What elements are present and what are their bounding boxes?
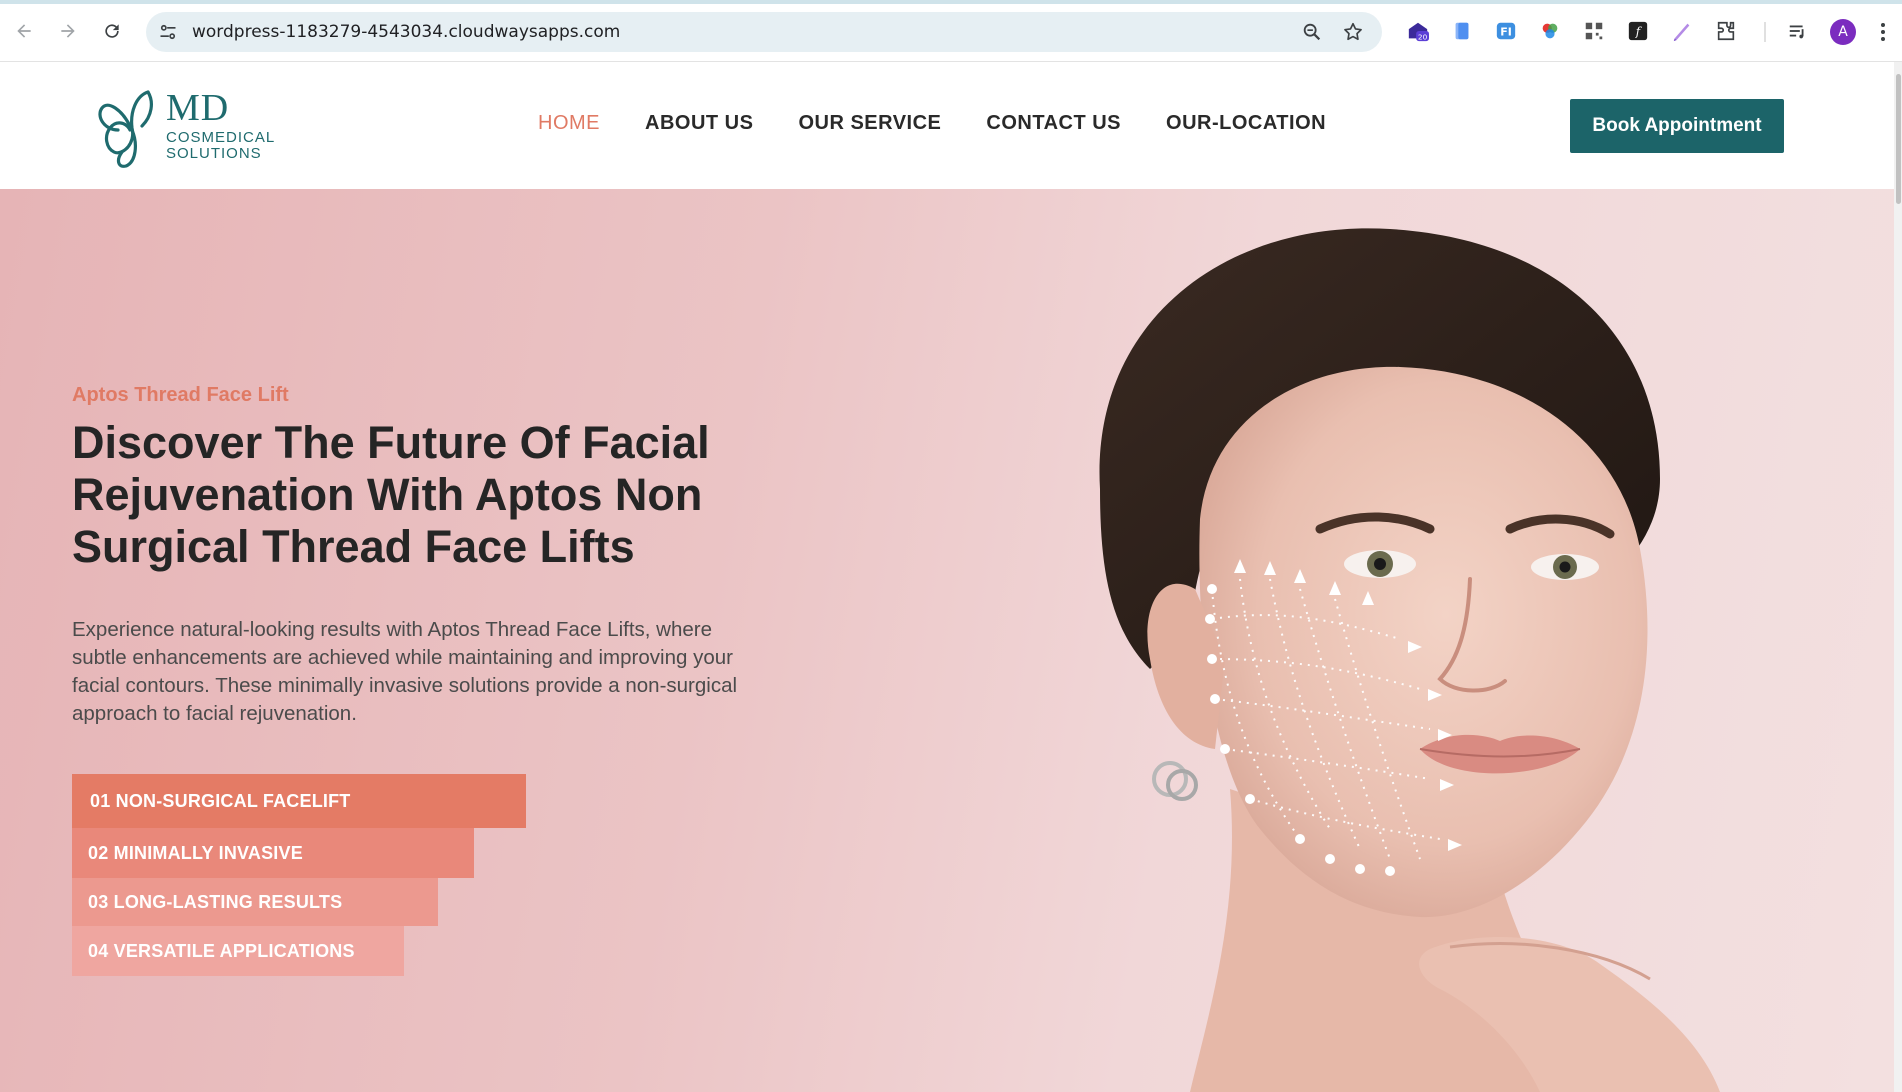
- scrollbar-thumb[interactable]: [1896, 74, 1901, 204]
- logo-line-2: SOLUTIONS: [166, 145, 262, 162]
- logo-subtitle: COSMEDICAL SOLUTIONS: [166, 130, 275, 162]
- extension-mail-icon[interactable]: 20: [1406, 19, 1430, 43]
- extension-document-icon[interactable]: [1450, 19, 1474, 43]
- butterfly-logo-icon: [98, 90, 153, 168]
- reading-list-icon[interactable]: [1786, 19, 1810, 43]
- extension-badge: 20: [1418, 32, 1428, 41]
- page-scrollbar[interactable]: [1894, 62, 1902, 1092]
- browser-toolbar: wordpress-1183279-4543034.cloudwaysapps.…: [0, 0, 1902, 62]
- extension-color-icon[interactable]: [1538, 19, 1562, 43]
- hero-section: Aptos Thread Face Lift Discover The Futu…: [0, 189, 1894, 1092]
- description-line-2: subtle enhancements are achieved while m…: [72, 646, 733, 669]
- menu-item-about-us[interactable]: ABOUT US: [645, 112, 753, 135]
- extension-qr-icon[interactable]: [1582, 19, 1606, 43]
- more-menu-icon[interactable]: [1878, 20, 1888, 44]
- description-line-3: facial contours. These minimally invasiv…: [72, 674, 738, 697]
- extension-translate-icon[interactable]: FI: [1494, 19, 1518, 43]
- feature-tab-3[interactable]: 03 LONG-LASTING RESULTS: [72, 878, 438, 926]
- menu-item-our-location[interactable]: OUR-LOCATION: [1166, 112, 1326, 135]
- site-settings-icon[interactable]: [158, 22, 178, 42]
- site-header: MD COSMEDICAL SOLUTIONS HOME ABOUT US OU…: [0, 62, 1894, 189]
- extensions-puzzle-icon[interactable]: [1714, 19, 1738, 43]
- hero-headline: Discover The Future Of Facial Rejuvenati…: [72, 417, 792, 573]
- bookmark-star-icon[interactable]: [1342, 21, 1364, 43]
- woman-portrait-image: [1099, 228, 1720, 1092]
- forward-icon[interactable]: [54, 17, 82, 45]
- book-appointment-button[interactable]: Book Appointment: [1570, 99, 1784, 153]
- back-icon[interactable]: [10, 17, 38, 45]
- hero-eyebrow: Aptos Thread Face Lift: [72, 384, 289, 406]
- headline-line-3: Surgical Thread Face Lifts: [72, 521, 635, 572]
- reload-icon[interactable]: [98, 17, 126, 45]
- address-bar[interactable]: wordpress-1183279-4543034.cloudwaysapps.…: [146, 12, 1382, 52]
- logo-line-1: COSMEDICAL: [166, 129, 276, 146]
- menu-item-home[interactable]: HOME: [538, 112, 600, 135]
- site-logo[interactable]: MD COSMEDICAL SOLUTIONS: [96, 84, 286, 170]
- toolbar-divider: [1764, 22, 1766, 42]
- extension-font-icon[interactable]: f: [1626, 19, 1650, 43]
- svg-text:FI: FI: [1500, 26, 1512, 39]
- feature-tab-1[interactable]: 01 NON-SURGICAL FACELIFT: [72, 774, 526, 828]
- url-text[interactable]: wordpress-1183279-4543034.cloudwaysapps.…: [192, 22, 620, 42]
- feature-tab-4[interactable]: 04 VERSATILE APPLICATIONS: [72, 926, 404, 976]
- headline-line-1: Discover The Future Of Facial: [72, 417, 710, 468]
- headline-line-2: Rejuvenation With Aptos Non: [72, 469, 703, 520]
- feature-tab-2[interactable]: 02 MINIMALLY INVASIVE: [72, 828, 474, 878]
- menu-item-our-service[interactable]: OUR SERVICE: [798, 112, 941, 135]
- logo-md-text: MD: [166, 87, 230, 129]
- zoom-icon[interactable]: [1301, 21, 1323, 43]
- menu-item-contact-us[interactable]: CONTACT US: [986, 112, 1121, 135]
- description-line-4: approach to facial rejuvenation.: [72, 702, 357, 725]
- profile-avatar[interactable]: A: [1830, 19, 1856, 45]
- extension-pen-icon[interactable]: [1670, 19, 1694, 43]
- tab-strip-edge: [0, 0, 1902, 4]
- main-menu: HOME ABOUT US OUR SERVICE CONTACT US OUR…: [538, 112, 1371, 135]
- hero-description: Experience natural-looking results with …: [72, 616, 832, 728]
- description-line-1: Experience natural-looking results with …: [72, 618, 713, 641]
